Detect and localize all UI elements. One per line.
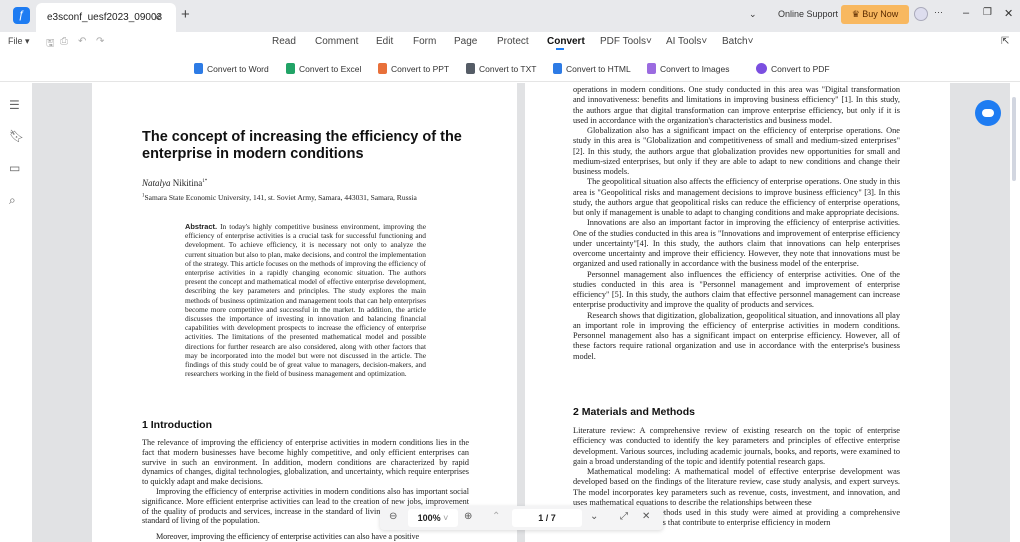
convert-to-pdf-button[interactable]: Convert to PDF [756,63,830,74]
open-external-icon[interactable]: ⇱ [1001,36,1009,47]
pdf-page-1: The concept of increasing the efficiency… [92,83,517,542]
menu-ai-tools[interactable]: AI Tools˅ [666,36,707,47]
convert-to-txt-button[interactable]: Convert to TXT [466,63,536,74]
word-icon [194,63,203,74]
ppt-icon [378,63,387,74]
print-icon[interactable]: ⎙ [60,36,68,47]
author: Natalya Nikitina1* [142,178,208,188]
minimize-button[interactable]: – [963,7,969,19]
page2-text: operations in modern conditions. One stu… [573,85,900,361]
file-menu[interactable]: File ▾ [8,36,30,47]
images-icon [647,63,656,74]
menu-comment[interactable]: Comment [315,36,358,47]
convert-to-images-button[interactable]: Convert to Images [647,63,729,74]
ai-assistant-icon[interactable] [975,100,1001,126]
restore-button[interactable]: ❐ [983,7,992,18]
menu-convert[interactable]: Convert [547,36,585,47]
document-viewer: The concept of increasing the efficiency… [32,83,1010,542]
convert-to-word-button[interactable]: Convert to Word [194,63,269,74]
previous-page-icon[interactable]: ⌃ [492,511,500,522]
menu-form[interactable]: Form [413,36,436,47]
buy-now-button[interactable]: ♛ Buy Now [841,5,909,24]
convert-to-ppt-button[interactable]: Convert to PPT [378,63,449,74]
close-window-button[interactable]: ✕ [1004,7,1013,20]
close-tab-icon[interactable]: ✕ [153,11,162,24]
comments-icon[interactable]: ▭ [9,161,23,175]
tab-bar: ƒ e3sconf_uesf2023_09003 ✕ + ⌄ Online Sup… [0,0,1020,32]
fullscreen-icon[interactable]: ⤢ [620,511,628,522]
app-logo-icon: ƒ [13,7,30,24]
thumbnails-icon[interactable]: ☰ [9,98,23,112]
html-icon [553,63,562,74]
pdf-icon [756,63,767,74]
zoom-select[interactable]: 100% ˅ [408,509,458,527]
excel-icon [286,63,295,74]
zoom-out-icon[interactable]: ⊖ [389,511,397,522]
page-navigation-bar: ⊖ 100% ˅ ⊕ ⌃ 1 / 7 ⌄ ⤢ ✕ [380,506,663,530]
introduction-heading: 1 Introduction [142,419,212,431]
introduction-text-continued: Moreover, improving the efficiency of en… [142,532,477,542]
convert-to-excel-button[interactable]: Convert to Excel [286,63,361,74]
paper-title: The concept of increasing the efficiency… [142,129,462,162]
online-support-link[interactable]: Online Support [778,9,838,19]
menu-edit[interactable]: Edit [376,36,393,47]
pdf-page-2: operations in modern conditions. One stu… [525,83,950,542]
undo-icon[interactable]: ↶ [78,36,86,47]
avatar[interactable] [914,7,928,21]
convert-toolbar: Convert to Word Convert to Excel Convert… [0,54,1020,82]
redo-icon[interactable]: ↷ [96,36,104,47]
menu-protect[interactable]: Protect [497,36,529,47]
new-tab-button[interactable]: + [181,6,190,23]
scrollbar-thumb[interactable] [1012,97,1016,181]
convert-to-html-button[interactable]: Convert to HTML [553,63,631,74]
save-icon[interactable]: 🖫 [46,36,55,53]
menu-bar: File ▾ 🖫 ⎙ ↶ ↷ Read Comment Edit Form Pa… [0,32,1020,54]
more-icon[interactable]: ··· [934,7,943,17]
methods-heading: 2 Materials and Methods [573,406,695,418]
search-icon[interactable]: ⌕ [9,193,23,207]
menu-pdf-tools[interactable]: PDF Tools˅ [600,36,652,47]
abstract: Abstract. In today's highly competitive … [185,222,426,379]
crown-icon: ♛ [851,9,863,19]
close-navbar-icon[interactable]: ✕ [642,511,650,522]
menu-read[interactable]: Read [272,36,296,47]
vertical-scrollbar[interactable] [1010,83,1020,542]
buy-now-label: Buy Now [862,9,899,19]
left-sidebar: ☰ 🔖︎ ▭ ⌕ [0,83,32,542]
affiliation: 1Samara State Economic University, 141, … [142,193,417,202]
tabs-dropdown-icon[interactable]: ⌄ [749,9,757,20]
txt-icon [466,63,475,74]
menu-batch[interactable]: Batch˅ [722,36,753,47]
next-page-icon[interactable]: ⌄ [590,511,598,522]
bookmark-icon[interactable]: 🔖︎ [9,129,24,143]
tab-title: e3sconf_uesf2023_09003 [47,12,163,23]
active-tab-indicator [556,48,564,50]
document-tab[interactable]: e3sconf_uesf2023_09003 ✕ [36,3,176,32]
page-number-input[interactable]: 1 / 7 [512,509,582,527]
zoom-in-icon[interactable]: ⊕ [464,511,472,522]
menu-page[interactable]: Page [454,36,477,47]
